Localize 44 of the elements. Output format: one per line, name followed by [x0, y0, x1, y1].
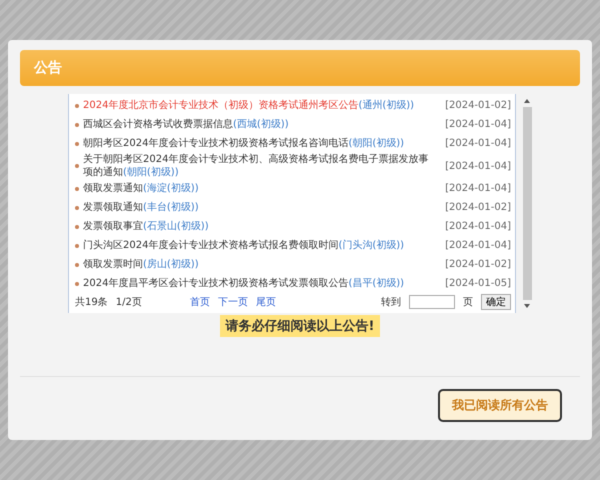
scroll-down-icon[interactable]: [523, 303, 531, 309]
bullet-icon: [75, 186, 79, 190]
page-unit: 页: [463, 296, 473, 309]
bullet-icon: [75, 164, 79, 168]
notice-link[interactable]: 门头沟区2024年度会计专业技术资格考试报名费领取时间(门头沟(初级)): [83, 239, 433, 252]
scrollbar-thumb[interactable]: [522, 107, 532, 300]
notice-link[interactable]: 领取发票通知(海淀(初级)): [83, 182, 433, 195]
dialog-title: 公告: [20, 50, 580, 86]
scroll-up-icon[interactable]: [523, 98, 531, 104]
bullet-icon: [75, 142, 79, 146]
bullet-icon: [75, 262, 79, 266]
goto-label: 转到: [381, 296, 401, 309]
notice-link[interactable]: 关于朝阳考区2024年度会计专业技术初、高级资格考试报名费电子票据发放事项的通知(朝阳(初级)): [83, 153, 433, 179]
bullet-icon: [75, 122, 79, 126]
go-button[interactable]: 确定: [481, 294, 511, 310]
notice-date: [2024-01-05]: [444, 277, 511, 290]
page-link[interactable]: 首页: [190, 295, 210, 309]
notice-link[interactable]: 领取发票时间(房山(初级)): [83, 258, 433, 271]
page-indicator: 1/2页: [116, 296, 142, 309]
notice-date: [2024-01-04]: [444, 182, 511, 195]
bullet-icon: [75, 104, 79, 108]
notice-date: [2024-01-02]: [444, 201, 511, 214]
notice-date: [2024-01-02]: [444, 258, 511, 271]
notice-date: [2024-01-04]: [444, 239, 511, 252]
page-link[interactable]: 尾页: [256, 295, 276, 309]
notice-link[interactable]: 2024年度北京市会计专业技术（初级）资格考试通州考区公告(通州(初级)): [83, 99, 433, 112]
total-count: 共19条: [75, 296, 108, 309]
notice-date: [2024-01-04]: [444, 118, 511, 131]
notice-link[interactable]: 2024年度昌平考区会计专业技术初级资格考试发票领取公告(昌平(初级)): [83, 277, 433, 290]
notice-date: [2024-01-04]: [444, 137, 511, 150]
notice-link[interactable]: 西城区会计资格考试收费票据信息(西城(初级)): [83, 118, 433, 131]
bullet-icon: [75, 244, 79, 248]
bullet-icon: [75, 206, 79, 210]
bullet-icon: [75, 224, 79, 228]
notice-date: [2024-01-04]: [444, 220, 511, 233]
page-link[interactable]: 下一页: [218, 295, 248, 309]
notice-link[interactable]: 发票领取通知(丰台(初级)): [83, 201, 433, 214]
notice-date: [2024-01-04]: [444, 160, 511, 172]
notice-date: [2024-01-02]: [444, 99, 511, 112]
bullet-icon: [75, 282, 79, 286]
notice-link[interactable]: 发票领取事宜(石景山(初级)): [83, 220, 433, 233]
warning-banner: 请务必仔细阅读以上公告!: [220, 315, 380, 337]
page-input-field[interactable]: [409, 295, 455, 309]
notice-link[interactable]: 朝阳考区2024年度会计专业技术初级资格考试报名咨询电话(朝阳(初级)): [83, 137, 433, 150]
